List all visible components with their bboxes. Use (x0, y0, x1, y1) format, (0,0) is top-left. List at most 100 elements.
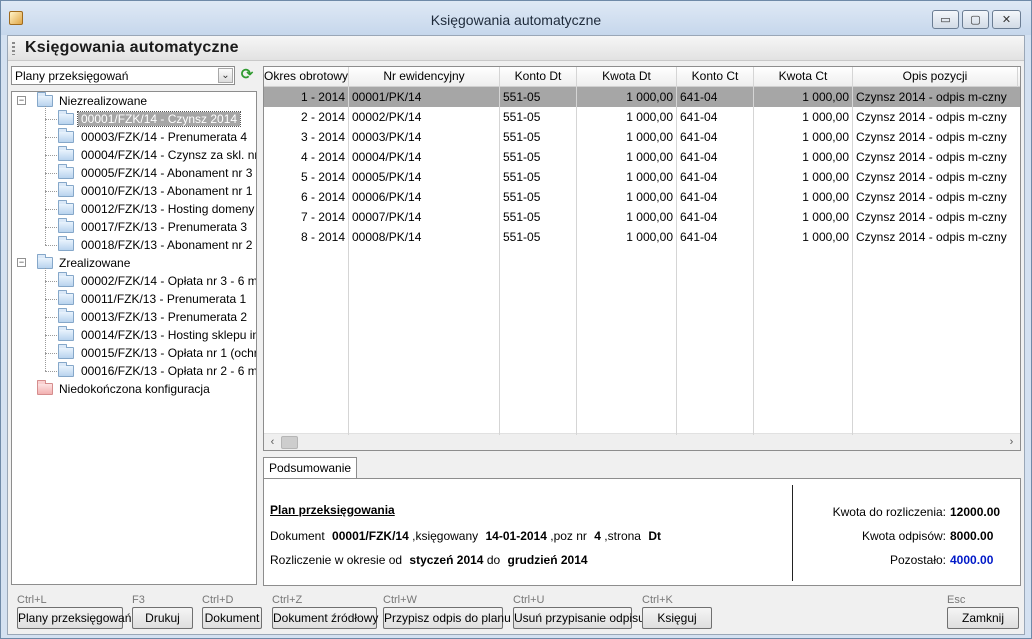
window-controls: ▭ ▢ ✕ (932, 10, 1021, 29)
plans-tree[interactable]: − Niezrealizowane 00001/FZK/14 - Czynsz 20… (11, 91, 257, 585)
column-divider (348, 87, 349, 435)
table-cell: 641-04 (680, 90, 718, 104)
table-cell: Czynsz 2014 - odpis m-czny (856, 210, 1007, 224)
tree-item[interactable]: 00017/FZK/13 - Prenumerata 3 (12, 218, 256, 236)
chevron-down-icon[interactable]: ⌄ (218, 68, 233, 83)
table-cell: 1 000,00 (626, 110, 673, 124)
tree-item-label: 00017/FZK/13 - Prenumerata 3 (81, 220, 248, 234)
print-button[interactable]: Drukuj (132, 607, 193, 629)
table-row[interactable]: 4 - 2014 00004/PK/14 551-05 1 000,00 641-04 1… (264, 147, 1020, 167)
tree-connector (45, 335, 57, 336)
table-cell: 3 - 2014 (300, 130, 345, 144)
column-header[interactable]: Okres obrotowy (264, 67, 349, 87)
tree-item[interactable]: 00004/FZK/14 - Czynsz za skl. nr 1 - (12, 146, 256, 164)
table-cell: 551-05 (503, 230, 541, 244)
tree-item[interactable]: 00010/FZK/13 - Abonament nr 1 (12, 182, 256, 200)
tree-item[interactable]: 00002/FZK/14 - Opłata nr 3 - 6 m-cy (12, 272, 257, 290)
tree-item-label: 00012/FZK/13 - Hosting domeny 24 (81, 202, 257, 216)
column-header[interactable]: Opis pozycji (853, 67, 1018, 87)
tree-item[interactable]: 00016/FZK/13 - Opłata nr 2 - 6 m-cy (12, 362, 256, 380)
table-cell: Czynsz 2014 - odpis m-czny (856, 130, 1007, 144)
tree-item[interactable]: 00012/FZK/13 - Hosting domeny 24 (12, 200, 257, 218)
tree-item-label: 00002/FZK/14 - Opłata nr 3 - 6 m-cy (81, 274, 257, 288)
tree-item[interactable]: 00018/FZK/13 - Abonament nr 2 (12, 236, 256, 254)
tree-item[interactable]: 00001/FZK/14 - Czynsz 2014 (12, 110, 256, 128)
summary-tabstrip: Podsumowanie (263, 457, 1021, 479)
tree-item[interactable]: 00013/FZK/13 - Prenumerata 2 (12, 308, 256, 326)
tree-item-label: 00018/FZK/13 - Abonament nr 2 (81, 238, 253, 252)
tree-item[interactable]: 00011/FZK/13 - Prenumerata 1 (12, 290, 256, 308)
document-button[interactable]: Dokument (202, 607, 262, 629)
tree-item[interactable]: 00015/FZK/13 - Opłata nr 1 (ochron (12, 344, 256, 362)
column-header[interactable]: Kwota Dt (577, 67, 677, 87)
plan-type-select[interactable]: Plany przeksięgowań ⌄ (11, 66, 235, 85)
table-row[interactable]: 5 - 2014 00005/PK/14 551-05 1 000,00 641-04 1… (264, 167, 1020, 187)
tree-connector (45, 281, 57, 282)
table-row[interactable]: 1 - 2014 00001/PK/14 551-05 1 000,00 641-04 1… (264, 87, 1020, 107)
tree-group-label: Niedokończona konfiguracja (59, 382, 210, 396)
table-row[interactable]: 7 - 2014 00007/PK/14 551-05 1 000,00 641-04 1… (264, 207, 1020, 227)
period-label: Rozliczenie w okresie od (270, 553, 403, 567)
assign-writeoff-button[interactable]: Przypisz odpis do planu (383, 607, 511, 629)
post-button[interactable]: Księguj (642, 607, 712, 629)
tree-item[interactable]: 00005/FZK/14 - Abonament nr 3 (12, 164, 256, 182)
remaining-row: Pozostało: 4000.00 (890, 553, 1012, 567)
summary-divider (792, 485, 793, 581)
maximize-button[interactable]: ▢ (962, 10, 989, 29)
folder-icon (58, 110, 74, 125)
document-label: Dokument (270, 529, 325, 543)
tree-group-2[interactable]: Niedokończona konfiguracja (12, 380, 256, 398)
folder-icon (58, 272, 74, 287)
remove-assignment-button[interactable]: Usuń przypisanie odpisu (513, 607, 645, 629)
table-cell: 5 - 2014 (300, 170, 345, 184)
tree-group-0[interactable]: − Niezrealizowane (12, 92, 256, 110)
table-cell: Czynsz 2014 - odpis m-czny (856, 170, 1007, 184)
postings-grid[interactable]: Okres obrotowy Nr ewidencyjny Konto Dt Kwot… (263, 66, 1021, 451)
table-cell: Czynsz 2014 - odpis m-czny (856, 230, 1007, 244)
scroll-left-icon[interactable]: ‹ (264, 434, 281, 450)
source-document-button[interactable]: Dokument źródłowy (272, 607, 378, 629)
column-header[interactable]: Nr ewidencyjny (349, 67, 500, 87)
table-row[interactable]: 3 - 2014 00003/PK/14 551-05 1 000,00 641-04 1… (264, 127, 1020, 147)
scroll-right-icon[interactable]: › (1003, 434, 1020, 450)
table-cell: 00006/PK/14 (352, 190, 422, 204)
collapse-icon[interactable]: − (17, 258, 26, 267)
scroll-thumb[interactable] (281, 436, 298, 449)
table-cell: 7 - 2014 (300, 210, 345, 224)
tree-group-1[interactable]: − Zrealizowane (12, 254, 256, 272)
table-row[interactable]: 8 - 2014 00008/PK/14 551-05 1 000,00 641-04 1… (264, 227, 1020, 247)
tree-item[interactable]: 00014/FZK/13 - Hosting sklepu int. 1 (12, 326, 256, 344)
minimize-button[interactable]: ▭ (932, 10, 959, 29)
header-band: Księgowania automatyczne (8, 36, 1024, 61)
plans-button[interactable]: Plany przeksięgowań (17, 607, 131, 629)
table-cell: 00002/PK/14 (352, 110, 422, 124)
collapse-icon[interactable]: − (17, 96, 26, 105)
close-button[interactable]: Zamknij (947, 607, 1019, 629)
folder-icon (58, 236, 74, 251)
tree-item[interactable]: 00003/FZK/14 - Prenumerata 4 (12, 128, 256, 146)
folder-icon (37, 380, 53, 395)
grip-icon (12, 42, 15, 55)
table-cell: 1 - 2014 (300, 90, 345, 104)
close-window-button[interactable]: ✕ (992, 10, 1021, 29)
refresh-icon[interactable]: ⟳ (239, 67, 255, 83)
table-cell: 641-04 (680, 210, 718, 224)
column-header[interactable]: Konto Ct (677, 67, 754, 87)
title-bar[interactable]: Księgowania automatyczne ▭ ▢ ✕ (1, 1, 1031, 35)
table-cell: 00003/PK/14 (352, 130, 422, 144)
table-row[interactable]: 2 - 2014 00002/PK/14 551-05 1 000,00 641-04 1… (264, 107, 1020, 127)
writeoffs-label: Kwota odpisów: (861, 529, 946, 543)
tree-connector (45, 155, 57, 156)
tab-summary[interactable]: Podsumowanie (263, 457, 358, 479)
position-value: 4 (594, 529, 601, 543)
horizontal-scrollbar[interactable]: ‹ › (264, 433, 1020, 450)
column-header[interactable]: Kwota Ct (754, 67, 853, 87)
table-cell: 1 000,00 (802, 190, 849, 204)
table-cell: 641-04 (680, 150, 718, 164)
position-label: ,poz nr (550, 529, 587, 543)
table-row[interactable]: 6 - 2014 00006/PK/14 551-05 1 000,00 641-04 1… (264, 187, 1020, 207)
column-header[interactable]: Konto Dt (500, 67, 577, 87)
table-cell: 1 000,00 (802, 110, 849, 124)
tree-item-label: 00011/FZK/13 - Prenumerata 1 (81, 292, 247, 306)
folder-icon (58, 362, 74, 377)
